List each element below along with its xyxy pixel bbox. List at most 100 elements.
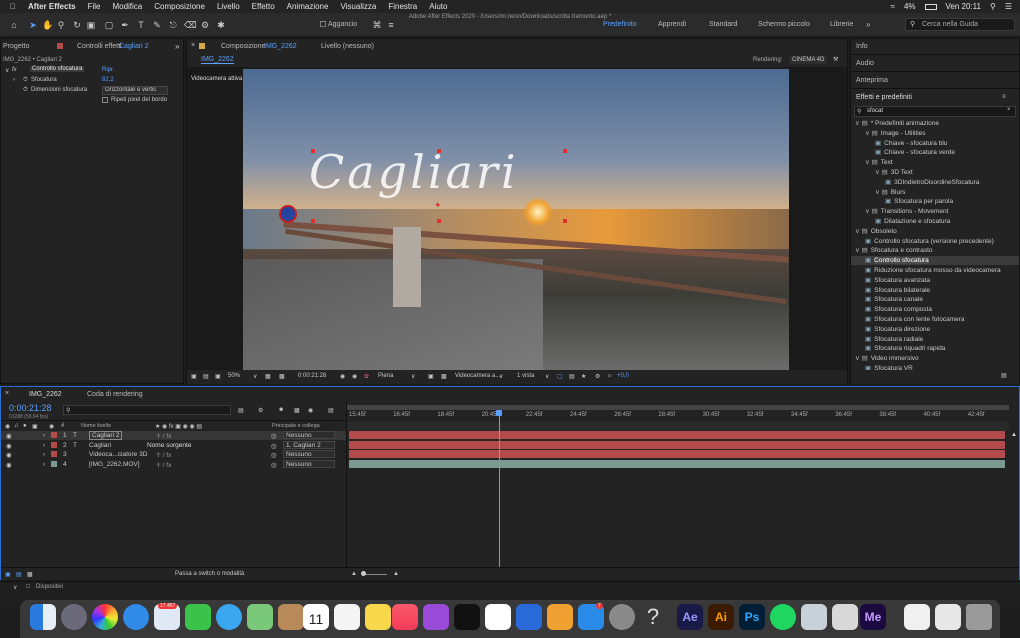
resolution-select[interactable]: Piena (378, 373, 393, 379)
camera-select[interactable]: Videocamera a... (455, 373, 500, 379)
parent-dropdown[interactable]: 1. Cagliari 2 (283, 440, 335, 449)
zoom-level[interactable]: 50% (228, 373, 240, 379)
scroll-arrow-icon[interactable]: ▲ (1011, 432, 1017, 438)
toggle-in-out-icon[interactable]: ▩ (27, 571, 33, 578)
effects-tree-item[interactable]: ∨ ▤ 3D Text (851, 168, 1019, 177)
effects-tree-item[interactable]: ▣ Sfocatura riquadri rapida (851, 344, 1019, 353)
tv-icon[interactable] (454, 604, 480, 630)
notes-icon[interactable] (365, 604, 391, 630)
zoom-slider-knob[interactable] (361, 571, 366, 576)
video-switch-icon[interactable]: ◉ (5, 423, 10, 430)
pickwhip-icon[interactable]: ◎ (271, 442, 277, 450)
pickwhip-icon[interactable]: ◎ (271, 461, 277, 469)
layer-switches[interactable]: ☥ / fx (156, 461, 171, 469)
audio-panel-tab[interactable]: Audio (856, 60, 874, 67)
zoom-out-icon[interactable]: ▲ (351, 571, 357, 577)
expand-arrow-icon[interactable]: › (13, 77, 15, 83)
apple-icon[interactable]:  (10, 2, 16, 11)
stopwatch-icon[interactable]: ⏱ (23, 77, 28, 84)
align-icon[interactable]: ≡ (386, 20, 396, 30)
podcasts-icon[interactable] (423, 604, 449, 630)
contacts-icon[interactable] (278, 604, 304, 630)
effects-tree-item[interactable]: ▣ Sfocatura avanzata (851, 276, 1019, 285)
layer-row[interactable]: ◉ › 2 T Cagliari ◎ Nome sorgente 1. Cagliari 2 (1, 440, 346, 450)
illustrator-icon[interactable]: Ai (708, 604, 734, 630)
toggle-modes-icon[interactable]: ▤ (16, 571, 22, 578)
eye-icon[interactable]: ◉ (6, 432, 12, 440)
music-icon[interactable] (392, 604, 418, 630)
timeline-timecode[interactable]: 0:00:21:28 (9, 403, 52, 413)
effects-tree-item[interactable]: ▣ 3DIndietroDisordineSfocatura (851, 178, 1019, 187)
effects-tree-item[interactable]: ▣ Controllo sfocatura (851, 256, 1019, 266)
finder-window-icon[interactable] (801, 604, 827, 630)
workspace-default[interactable]: Predefinito (603, 21, 636, 28)
home-icon[interactable]: ⌂ (9, 20, 19, 30)
menu-animation[interactable]: Animazione (287, 2, 329, 11)
playhead-handle[interactable] (496, 410, 503, 416)
effects-tree-item[interactable]: ∨ ▤ Video immersivo (851, 354, 1019, 363)
eye-icon[interactable]: ◉ (6, 442, 12, 450)
camera-tool-icon[interactable]: ▣ (86, 20, 96, 30)
tab-composition[interactable]: Composizione (221, 43, 265, 50)
menu-effect[interactable]: Effetto (252, 2, 275, 11)
photoshop-icon[interactable]: Ps (739, 604, 765, 630)
toggle-switches-icon[interactable]: ▣ (5, 571, 11, 578)
reminders-icon[interactable] (334, 604, 360, 630)
display-icon[interactable]: ▤ (203, 373, 209, 380)
bbox-handle[interactable] (563, 149, 567, 153)
printer-icon[interactable] (935, 604, 961, 630)
blur-amount-value[interactable]: 82,2 (102, 77, 114, 83)
workspace-libraries[interactable]: Librerie (830, 21, 853, 28)
effect-name[interactable]: Controllo sfocatura (30, 66, 85, 72)
roi-icon[interactable]: ▣ (428, 373, 434, 380)
preferences-icon[interactable] (609, 604, 635, 630)
menu-edit[interactable]: Modifica (112, 2, 142, 11)
effects-tree-item[interactable]: ▣ Sfocatura canale (851, 295, 1019, 304)
effects-tree-item[interactable]: ∨ ▤ Blurs (851, 188, 1019, 197)
workspace-learn[interactable]: Apprendi (658, 21, 686, 28)
layer-row[interactable]: ◉ › 3 Videoca...ciatore 3D ◎ ☥ / fx Nessuno (1, 450, 346, 459)
parent-dropdown[interactable]: Nessuno (283, 450, 335, 459)
menu-help[interactable]: Aiuto (429, 2, 447, 11)
bbox-handle[interactable] (563, 219, 567, 223)
after-effects-icon[interactable]: Ae (677, 604, 703, 630)
menu-app[interactable]: After Effects (28, 2, 76, 11)
layer-track-bar[interactable] (349, 440, 1005, 449)
effects-tree-item[interactable]: ▣ Riduzione sfocatura mosso da videocamer… (851, 266, 1019, 275)
effects-presets-tab[interactable]: Effetti e predefiniti (856, 94, 912, 101)
numbers-icon[interactable] (485, 604, 511, 630)
messages-icon[interactable] (216, 604, 242, 630)
tab-timeline-comp[interactable]: IMG_2262 (29, 391, 62, 398)
bbox-handle[interactable] (311, 219, 315, 223)
snap-checkbox[interactable]: ☐ (318, 20, 328, 30)
comp-timecode[interactable]: 0:00:21:28 (298, 373, 326, 379)
photos-icon[interactable] (92, 604, 118, 630)
draft-3d-icon[interactable]: ⚙ (258, 407, 263, 414)
grid-icon[interactable]: ▩ (279, 373, 285, 380)
pages-icon[interactable] (547, 604, 573, 630)
eraser-tool-icon[interactable]: ⌫ (184, 20, 197, 30)
keynote-icon[interactable] (516, 604, 542, 630)
text-tool-icon[interactable]: T (136, 20, 146, 30)
layer-name[interactable]: [IMG_2262.MOV] (89, 461, 140, 468)
layer-switches[interactable]: ☥ / fx (156, 451, 171, 459)
chevron-down-icon[interactable]: ∨ (13, 584, 17, 591)
effects-tree-item[interactable]: ▣ Sfocatura bilaterale (851, 286, 1019, 295)
preview-panel-tab[interactable]: Anteprima (856, 77, 888, 84)
rectangle-tool-icon[interactable]: ▢ (104, 20, 114, 30)
trash-icon[interactable] (966, 604, 992, 630)
effects-tree-item[interactable]: ▣ Controllo sfocatura (versione precedent… (851, 237, 1019, 246)
facetime-icon[interactable] (185, 604, 211, 630)
solo-switch-icon[interactable]: ● (23, 423, 27, 429)
menu-layer[interactable]: Livello (217, 2, 240, 11)
layer-track-bar[interactable] (349, 459, 1005, 468)
tab-effect-controls[interactable]: Controlli effetti (77, 43, 122, 50)
menu-window[interactable]: Finestra (388, 2, 417, 11)
selection-tool-icon[interactable]: ➤ (28, 20, 38, 30)
fast-preview-icon[interactable]: ▢ (557, 373, 563, 380)
effects-tree-item[interactable]: ∨ ▤ * Predefiniti animazione (851, 119, 1019, 128)
rotate-tool-icon[interactable]: ↻ (72, 20, 82, 30)
document-icon[interactable] (832, 604, 858, 630)
mask-icon[interactable]: ▣ (215, 373, 221, 380)
effects-search-input[interactable]: ⚲ sfocat × (854, 106, 1016, 117)
